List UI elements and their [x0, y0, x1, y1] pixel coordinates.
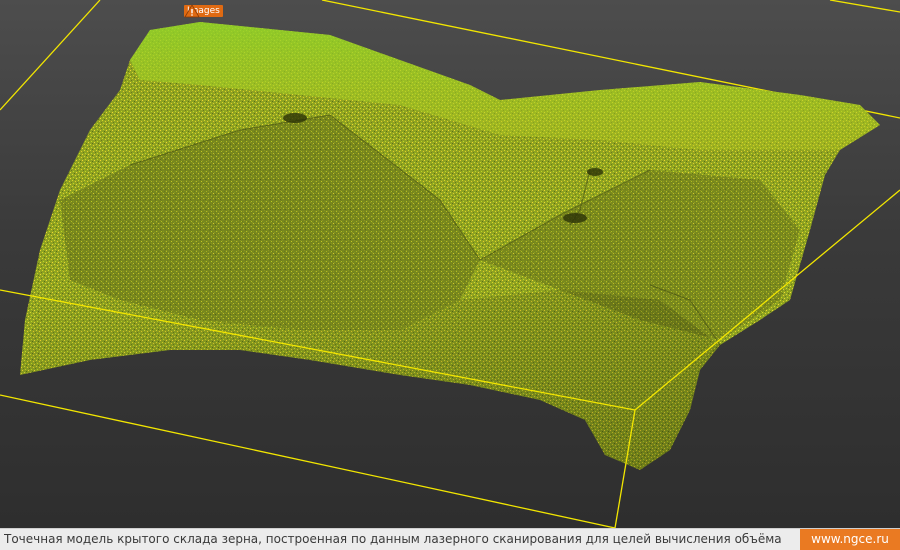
point-cloud-scene[interactable]	[0, 0, 900, 528]
warning-triangle-icon	[184, 4, 200, 18]
layer-badge[interactable]: Images	[184, 4, 223, 18]
caption-text: Точечная модель крытого склада зерна, по…	[4, 532, 782, 546]
3d-viewport[interactable]: Images	[0, 0, 900, 528]
site-link[interactable]: www.ngce.ru	[800, 529, 900, 550]
point-cloud	[20, 22, 880, 470]
caption-bar: Точечная модель крытого склада зерна, по…	[0, 528, 900, 550]
